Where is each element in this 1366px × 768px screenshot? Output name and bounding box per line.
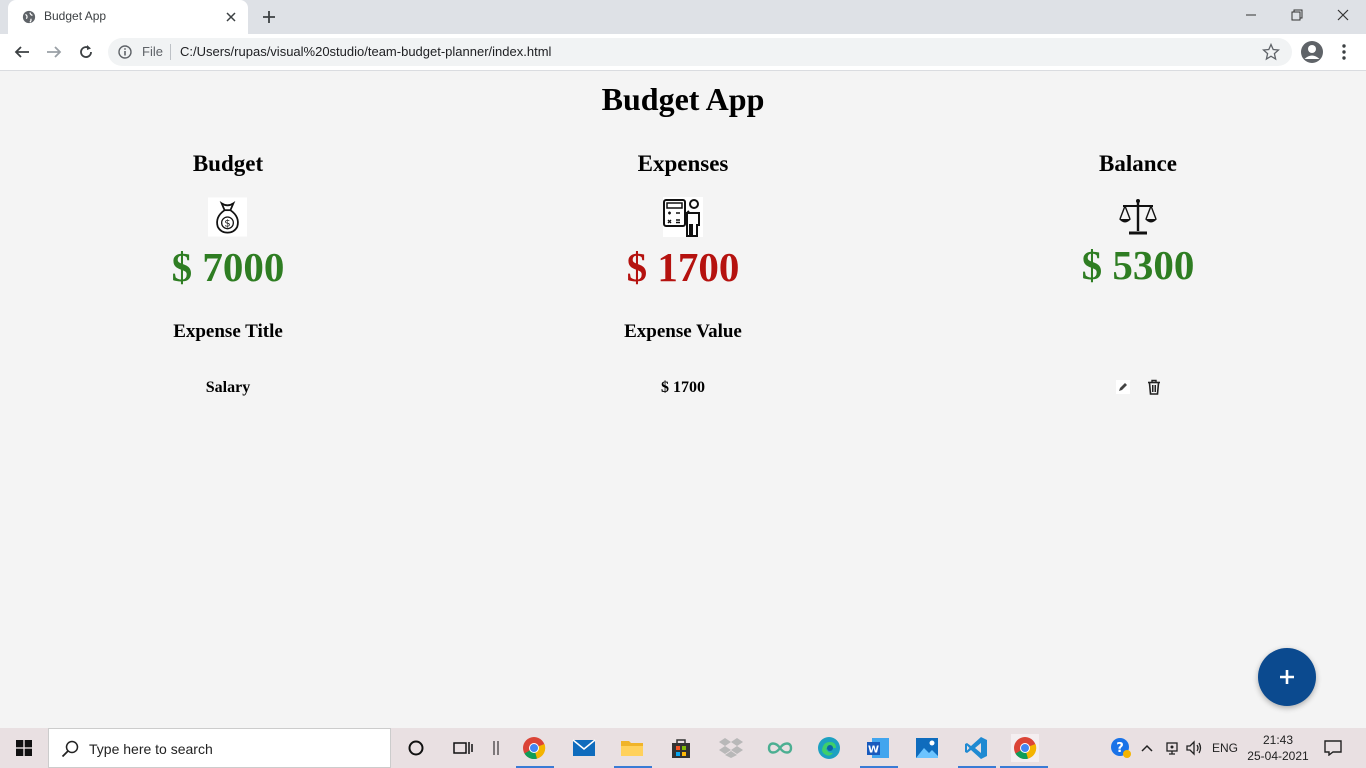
delete-icon[interactable]: [1145, 378, 1163, 396]
page-title: Budget App: [601, 81, 765, 117]
svg-text:$: $: [224, 218, 230, 229]
search-placeholder: Type here to search: [89, 741, 213, 757]
chrome-active-taskbar-icon[interactable]: [1011, 734, 1039, 762]
tab-title: Budget App: [44, 9, 107, 23]
notifications-icon[interactable]: [1319, 734, 1347, 762]
tab-close-icon[interactable]: [222, 8, 240, 26]
svg-text:W: W: [868, 745, 879, 756]
infinity-app-icon[interactable]: [766, 734, 794, 762]
photos-icon[interactable]: [913, 734, 941, 762]
clock-time: 21:43: [1262, 733, 1294, 747]
back-icon[interactable]: [10, 40, 34, 64]
store-icon[interactable]: [667, 734, 695, 762]
minimize-icon[interactable]: [1228, 0, 1274, 30]
chrome-taskbar-icon[interactable]: [520, 734, 548, 762]
globe-icon: [22, 10, 36, 24]
taskbar: Type here to search W ? ENG 21:43 25-04-…: [0, 728, 1366, 768]
file-explorer-icon[interactable]: [618, 734, 646, 762]
budget-amount: $ 7000: [171, 244, 285, 290]
expense-title-cell: Salary: [205, 379, 251, 396]
menu-kebab-icon[interactable]: [1334, 40, 1354, 64]
bookmark-star-icon[interactable]: [1262, 43, 1280, 61]
column-header-value: Expense Value: [624, 321, 742, 342]
word-icon[interactable]: W: [864, 734, 892, 762]
edit-icon[interactable]: [1114, 378, 1132, 396]
address-bar[interactable]: File C:/Users/rupas/visual%20studio/team…: [108, 38, 1292, 66]
accountant-icon: [663, 197, 703, 237]
clock-date: 25-04-2021: [1247, 749, 1309, 763]
language-indicator[interactable]: ENG: [1212, 728, 1238, 768]
info-icon[interactable]: [118, 45, 132, 59]
browser-toolbar: File C:/Users/rupas/visual%20studio/team…: [0, 34, 1366, 71]
url-text[interactable]: C:/Users/rupas/visual%20studio/team-budg…: [180, 44, 551, 59]
balance-label: Balance: [1099, 151, 1177, 176]
new-tab-icon[interactable]: [258, 6, 280, 28]
chevron-up-icon[interactable]: [1133, 734, 1161, 762]
money-bag-icon: $: [208, 197, 247, 237]
mail-icon[interactable]: [570, 734, 598, 762]
page-content: Budget App Budget $ $ 7000 Expenses $ 17…: [0, 71, 1366, 728]
taskbar-search-box[interactable]: Type here to search: [48, 728, 391, 768]
restore-icon[interactable]: [1274, 0, 1320, 30]
forward-icon[interactable]: [42, 40, 66, 64]
profile-icon[interactable]: [1300, 40, 1324, 64]
browser-tab[interactable]: Budget App: [8, 0, 248, 34]
edge-icon[interactable]: [815, 734, 843, 762]
volume-icon[interactable]: [1181, 734, 1209, 762]
tab-strip: Budget App: [0, 0, 1366, 34]
help-icon[interactable]: ?: [1107, 734, 1135, 762]
omnibox-separator: [170, 44, 171, 60]
add-expense-button[interactable]: [1258, 648, 1316, 706]
reload-icon[interactable]: [74, 40, 98, 64]
plus-icon: [1280, 670, 1294, 684]
pinned-separator-icon: [482, 734, 510, 762]
taskbar-clock[interactable]: 21:43 25-04-2021: [1240, 732, 1316, 764]
balance-amount: $ 5300: [1081, 242, 1195, 288]
close-window-icon[interactable]: [1320, 0, 1366, 30]
vscode-icon[interactable]: [962, 734, 990, 762]
windows-start-icon[interactable]: [0, 728, 48, 768]
expenses-label: Expenses: [637, 151, 729, 176]
budget-label: Budget: [192, 151, 264, 176]
svg-text:?: ?: [1116, 741, 1124, 756]
expense-value-cell: $ 1700: [661, 379, 705, 396]
task-view-icon[interactable]: [449, 734, 477, 762]
scales-icon: [1119, 199, 1157, 235]
search-icon: [61, 740, 79, 758]
dropbox-icon[interactable]: [717, 734, 745, 762]
expenses-amount: $ 1700: [626, 244, 740, 290]
scheme-label: File: [142, 44, 163, 59]
cortana-icon[interactable]: [402, 734, 430, 762]
column-header-title: Expense Title: [173, 321, 283, 342]
